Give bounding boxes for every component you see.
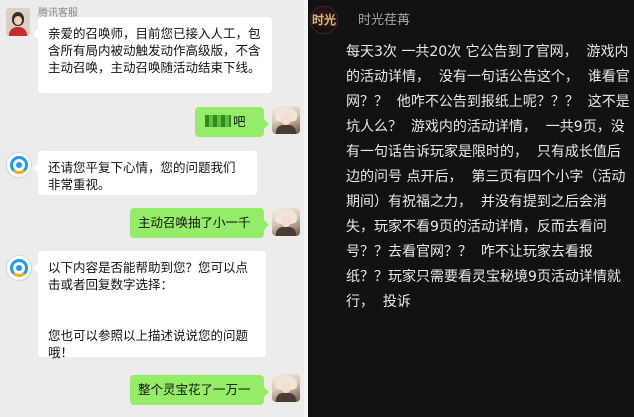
poster-username[interactable]: 时光荏苒 <box>358 9 410 28</box>
chat-message-user-2: 主动召唤抽了小一千 <box>130 208 269 238</box>
chat-message-bot-1: 还请您平复下心情，您的问题我们非常重视。 <box>33 151 257 195</box>
censored-text-block <box>205 115 231 127</box>
chat-message-user-1-text: 吧 <box>233 114 246 129</box>
poster-avatar[interactable]: 时光 <box>310 6 338 34</box>
user-avatar[interactable] <box>272 106 300 134</box>
chat-message-user-3: 整个灵宝花了一万一 <box>130 375 269 405</box>
post-panel: 时光 时光荏苒 每天3次 一共20次 它公告到了官网， 游戏内的活动详情， 没有… <box>308 0 634 417</box>
agent-avatar[interactable] <box>6 8 30 36</box>
chat-message-agent-1: 亲爱的召唤师，目前您已接入人工，包含所有局内被动触发动作高级版，不含主动召唤，主… <box>33 17 272 93</box>
chat-message-bot-2: 以下内容是否能帮助到您？您可以点击或者回复数字选择： 您也可以参照以上描述说说您… <box>33 251 266 360</box>
user-avatar[interactable] <box>272 208 300 236</box>
chat-panel: 腾讯客服 亲爱的召唤师，目前您已接入人工，包含所有局内被动触发动作高级版，不含主… <box>0 0 304 417</box>
post-body-text: 每天3次 一共20次 它公告到了官网， 游戏内的活动详情， 没有一句话公告这个，… <box>346 44 630 310</box>
chat-message-user-1: 吧 <box>195 107 269 137</box>
bot-avatar[interactable] <box>6 255 32 281</box>
bot-avatar[interactable] <box>6 152 32 178</box>
user-avatar[interactable] <box>272 374 300 402</box>
